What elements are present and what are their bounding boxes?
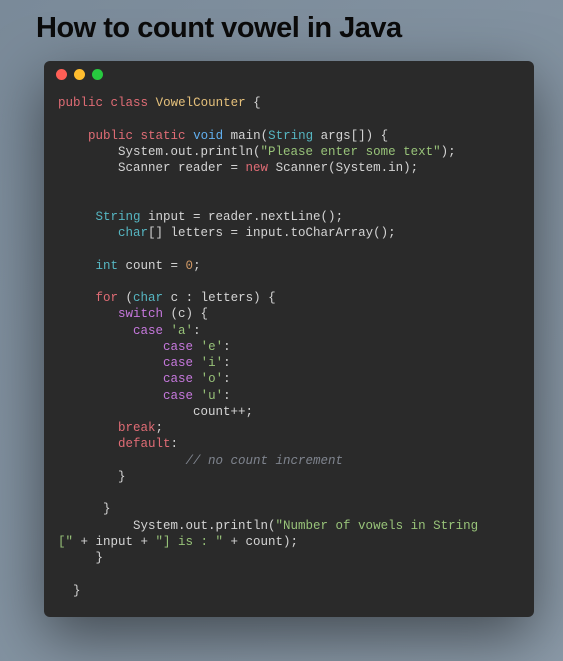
brace-close: }	[96, 551, 104, 565]
stmt-input-decl: input = reader.nextLine();	[141, 210, 344, 224]
keyword-case: case	[133, 324, 163, 338]
char-literal-i: 'i'	[201, 356, 224, 370]
type-char: char	[118, 226, 148, 240]
page-title: How to count vowel in Java	[0, 0, 563, 53]
args-decl: args[]) {	[321, 129, 389, 143]
semicolon: ;	[193, 259, 201, 273]
for-open: (	[118, 291, 133, 305]
keyword-static: static	[141, 129, 186, 143]
string-literal: "Please enter some text"	[261, 145, 441, 159]
char-literal-u: 'u'	[201, 389, 224, 403]
stmt-end: );	[441, 145, 456, 159]
keyword-void: void	[193, 129, 223, 143]
code-window: public class VowelCounter { public stati…	[44, 61, 534, 617]
class-name: VowelCounter	[156, 96, 246, 110]
number-literal: 0	[186, 259, 194, 273]
colon: :	[223, 340, 231, 354]
stmt-println2: System.out.println(	[133, 519, 276, 533]
type-int: int	[96, 259, 119, 273]
window-titlebar	[44, 61, 534, 87]
brace-close: }	[103, 502, 111, 516]
string-literal: "] is : "	[156, 535, 224, 549]
code-block: public class VowelCounter { public stati…	[44, 87, 534, 617]
comment: // no count increment	[186, 454, 344, 468]
keyword-case: case	[163, 356, 193, 370]
keyword-default: default	[118, 437, 171, 451]
minimize-icon[interactable]	[74, 69, 85, 80]
stmt-count-decl: count =	[118, 259, 186, 273]
colon: :	[223, 356, 231, 370]
char-literal-o: 'o'	[201, 372, 224, 386]
keyword-break: break	[118, 421, 156, 435]
close-icon[interactable]	[56, 69, 67, 80]
char-literal-a: 'a'	[171, 324, 194, 338]
for-var: c : letters) {	[163, 291, 276, 305]
stmt-count-inc: count++;	[193, 405, 253, 419]
keyword-switch: switch	[118, 307, 163, 321]
stmt-println: System.out.println(	[118, 145, 261, 159]
maximize-icon[interactable]	[92, 69, 103, 80]
concat-input: + input +	[73, 535, 156, 549]
concat-count: + count);	[223, 535, 298, 549]
keyword-case: case	[163, 372, 193, 386]
method-main: main	[231, 129, 261, 143]
brace-close: }	[118, 470, 126, 484]
colon: :	[223, 389, 231, 403]
colon: :	[171, 437, 179, 451]
keyword-for: for	[96, 291, 119, 305]
brace-close: }	[73, 584, 81, 598]
semicolon: ;	[156, 421, 164, 435]
keyword-case: case	[163, 340, 193, 354]
keyword-case: case	[163, 389, 193, 403]
stmt-scanner-ctor: Scanner(System.in);	[268, 161, 418, 175]
colon: :	[193, 324, 201, 338]
type-string: String	[96, 210, 141, 224]
colon: :	[223, 372, 231, 386]
keyword-public: public	[88, 129, 133, 143]
type-char: char	[133, 291, 163, 305]
keyword-class: class	[111, 96, 149, 110]
switch-open: (c) {	[163, 307, 208, 321]
string-literal: "Number of vowels in String	[276, 519, 486, 533]
type-string: String	[268, 129, 313, 143]
stmt-letters-decl: [] letters = input.toCharArray();	[148, 226, 396, 240]
char-literal-e: 'e'	[201, 340, 224, 354]
string-literal: ["	[58, 535, 73, 549]
keyword-new: new	[246, 161, 269, 175]
stmt-scanner-decl: Scanner reader =	[118, 161, 246, 175]
keyword-public: public	[58, 96, 103, 110]
